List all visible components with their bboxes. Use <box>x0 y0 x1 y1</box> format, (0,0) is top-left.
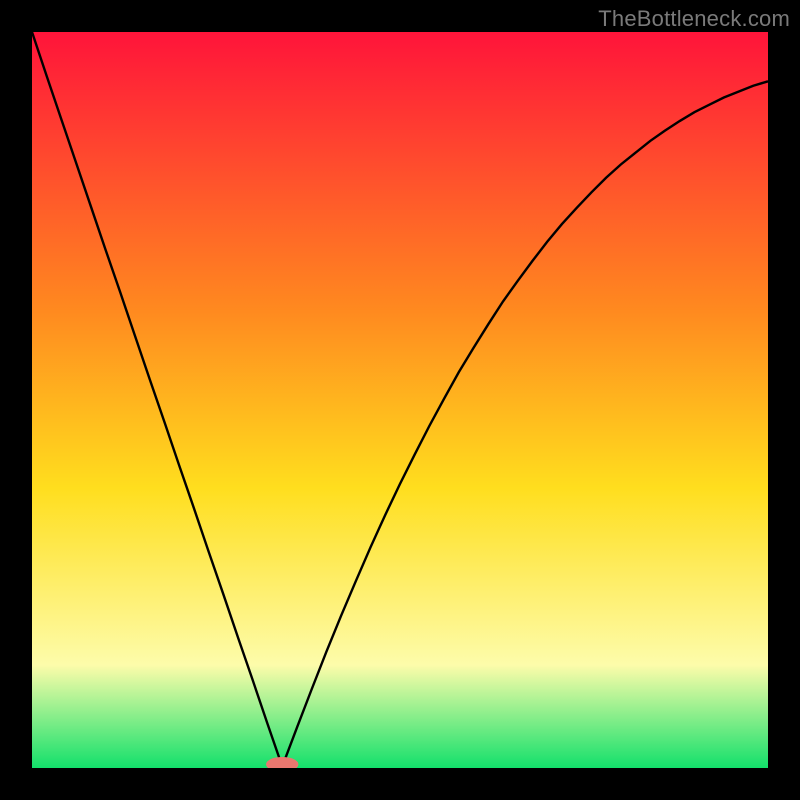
gradient-background <box>32 32 768 768</box>
chart-svg <box>32 32 768 768</box>
chart-frame: TheBottleneck.com <box>0 0 800 800</box>
attribution-label: TheBottleneck.com <box>598 6 790 32</box>
plot-area <box>32 32 768 768</box>
